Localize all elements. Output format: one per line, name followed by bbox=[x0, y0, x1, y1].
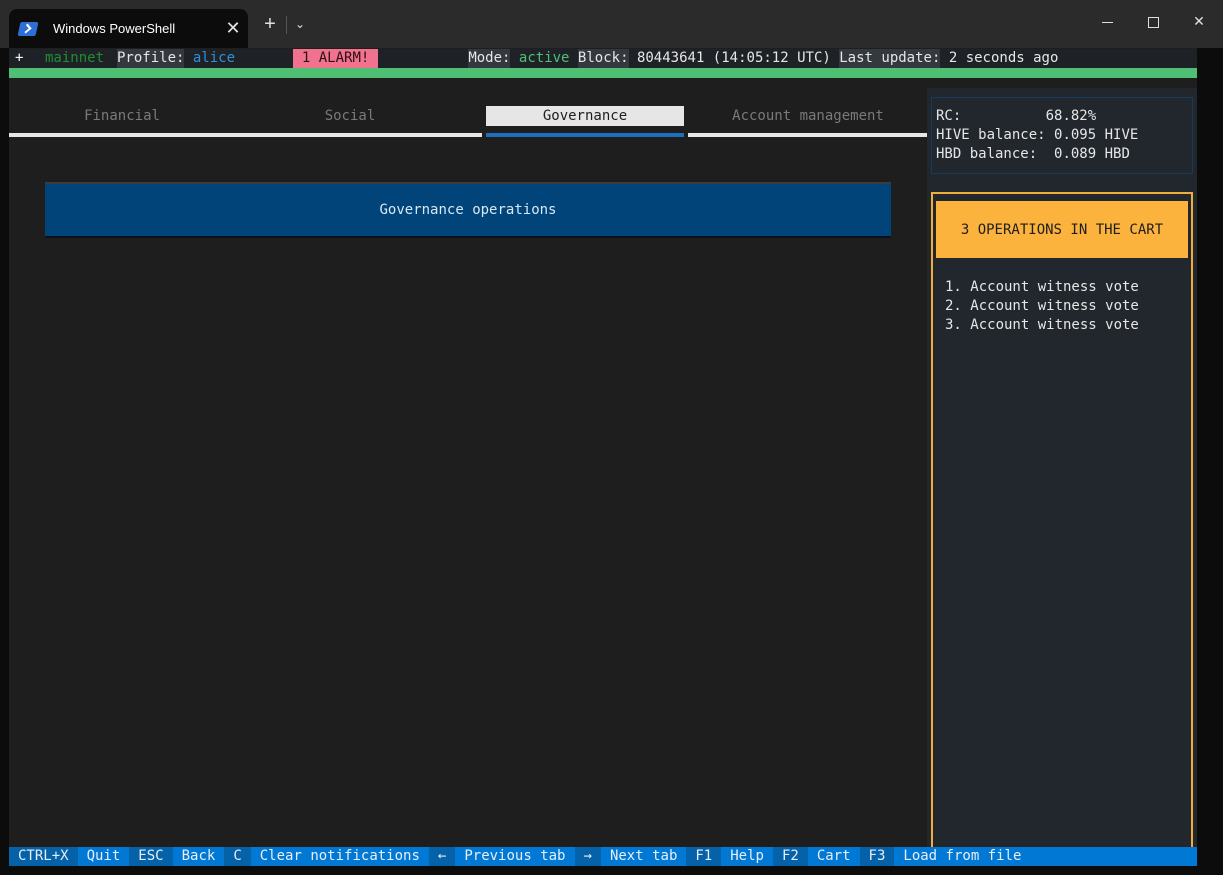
keybinding-footer: CTRL+X Quit ESC Back C Clear notifications … bbox=[9, 847, 1197, 866]
cart-action[interactable]: Cart bbox=[807, 847, 860, 866]
tab-separator bbox=[286, 16, 287, 34]
next-tab-action[interactable]: Next tab bbox=[600, 847, 687, 866]
section-title: Governance operations bbox=[379, 202, 557, 218]
key-c[interactable]: C bbox=[224, 847, 251, 866]
last-update-value: 2 seconds ago bbox=[948, 50, 1059, 66]
tab-dropdown-icon[interactable]: ⌄ bbox=[290, 12, 310, 36]
cart-title[interactable]: 3 OPERATIONS IN THE CART bbox=[936, 201, 1188, 258]
hive-balance-label: HIVE balance: bbox=[936, 127, 1046, 143]
help-action[interactable]: Help bbox=[721, 847, 773, 866]
tab-underline bbox=[688, 133, 927, 137]
section-tabs: Financial Social Governance Account mana… bbox=[9, 100, 927, 140]
tab-title: Windows PowerShell bbox=[53, 21, 176, 36]
rc-value: 68.82% bbox=[1045, 108, 1097, 124]
arrow-left-icon[interactable]: ← bbox=[428, 847, 456, 866]
hbd-balance-label: HBD balance: bbox=[936, 146, 1038, 162]
minimize-button[interactable] bbox=[1084, 8, 1130, 36]
key-f1[interactable]: F1 bbox=[686, 847, 722, 866]
powershell-icon bbox=[17, 21, 39, 36]
expand-plus-button[interactable]: + bbox=[9, 49, 45, 68]
mode-label: Mode: bbox=[468, 49, 511, 68]
arrow-right-icon[interactable]: → bbox=[574, 847, 601, 866]
status-bar bbox=[9, 68, 1197, 78]
tab-governance[interactable]: Governance bbox=[486, 106, 684, 126]
minimize-icon bbox=[1101, 21, 1113, 23]
quit-action[interactable]: Quit bbox=[77, 847, 130, 866]
active-tab-underline bbox=[486, 133, 684, 137]
profile-value: alice bbox=[192, 50, 236, 66]
key-esc[interactable]: ESC bbox=[129, 847, 173, 866]
network-indicator: mainnet bbox=[45, 50, 105, 66]
last-update-label: Last update: bbox=[839, 49, 941, 68]
cart-list: 1. Account witness vote 2. Account witnes… bbox=[945, 278, 1139, 335]
clear-notifications-action[interactable]: Clear notifications bbox=[250, 847, 429, 866]
maximize-icon bbox=[1147, 16, 1159, 28]
tab-account-management[interactable]: Account management bbox=[689, 106, 927, 126]
previous-tab-action[interactable]: Previous tab bbox=[455, 847, 575, 866]
tab-social[interactable]: Social bbox=[235, 106, 465, 126]
hbd-balance-value: 0.089 HBD bbox=[1054, 146, 1130, 162]
rc-label: RC: bbox=[936, 108, 962, 124]
cart-item[interactable]: 3. Account witness vote bbox=[945, 316, 1139, 335]
key-ctrl-x[interactable]: CTRL+X bbox=[9, 847, 78, 866]
new-tab-button[interactable]: + bbox=[258, 12, 282, 36]
key-f3[interactable]: F3 bbox=[859, 847, 895, 866]
key-f2[interactable]: F2 bbox=[772, 847, 808, 866]
cart-item[interactable]: 2. Account witness vote bbox=[945, 297, 1139, 316]
alarm-badge[interactable]: 1 ALARM! bbox=[292, 49, 379, 68]
status-header: + mainnet Profile: alice 1 ALARM! Mode: … bbox=[9, 49, 1197, 68]
window-close-button[interactable]: ✕ bbox=[1176, 8, 1222, 36]
terminal-tab[interactable]: Windows PowerShell ✕ bbox=[9, 9, 248, 48]
block-label: Block: bbox=[577, 49, 629, 68]
load-from-file-action[interactable]: Load from file bbox=[894, 847, 1031, 866]
mode-value: active bbox=[518, 50, 570, 66]
balance-box: RC: 68.82% HIVE balance: 0.095 HIVE HBD … bbox=[931, 97, 1193, 174]
back-action[interactable]: Back bbox=[172, 847, 225, 866]
tab-financial[interactable]: Financial bbox=[9, 106, 235, 126]
governance-operations-header: Governance operations bbox=[45, 182, 891, 238]
block-value: 80443641 (14:05:12 UTC) bbox=[636, 50, 831, 66]
tab-underline bbox=[9, 133, 482, 137]
hive-balance-value: 0.095 HIVE bbox=[1054, 127, 1139, 143]
tab-close-icon[interactable]: ✕ bbox=[218, 18, 248, 39]
profile-label: Profile: bbox=[117, 49, 185, 68]
cart-item[interactable]: 1. Account witness vote bbox=[945, 278, 1139, 297]
maximize-button[interactable] bbox=[1130, 8, 1176, 36]
cart-count-label: 3 OPERATIONS IN THE CART bbox=[960, 221, 1164, 238]
